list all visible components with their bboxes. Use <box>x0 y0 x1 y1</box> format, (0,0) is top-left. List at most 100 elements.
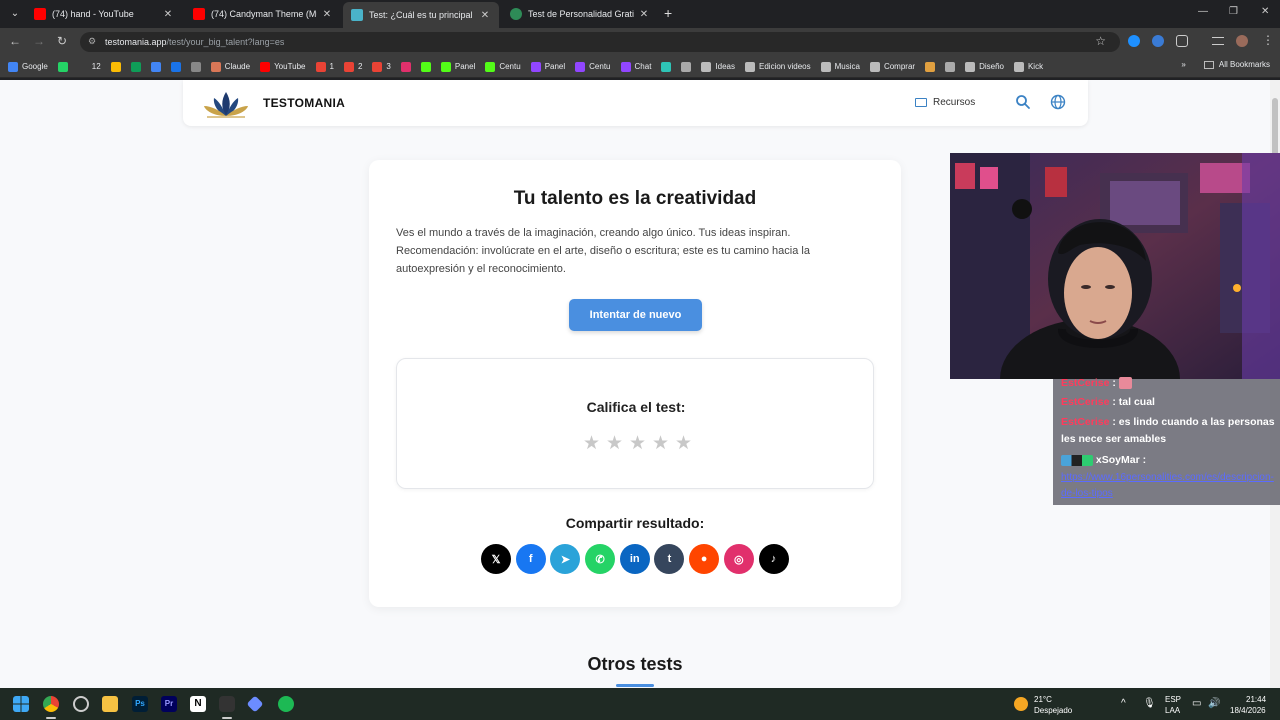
whatsapp-share-button[interactable]: ✆ <box>585 544 616 574</box>
facebook-share-button[interactable]: f <box>515 544 546 574</box>
tab-16personalities[interactable]: Test de Personalidad Gratis | 16 ✕ <box>502 3 658 25</box>
language-bottom[interactable]: LAA <box>1165 706 1180 715</box>
bookmark-item[interactable]: Centu <box>575 61 611 72</box>
bookmark-item[interactable] <box>190 61 205 72</box>
reddit-share-button[interactable]: ● <box>689 544 720 574</box>
close-window-icon[interactable]: ✕ <box>1261 6 1269 17</box>
bookmark-item[interactable]: 2 <box>343 61 362 72</box>
telegram-share-button[interactable]: ➤ <box>550 544 581 574</box>
bookmark-item[interactable] <box>420 61 435 72</box>
clock-time[interactable]: 21:44 <box>1246 695 1266 704</box>
back-icon[interactable]: ← <box>9 34 21 48</box>
tumblr-share-button[interactable]: t <box>654 544 685 574</box>
menu-kebab-icon[interactable]: ⋮ <box>1262 33 1274 47</box>
linkedin-share-button[interactable]: in <box>619 544 650 574</box>
x-share-button[interactable]: 𝕏 <box>481 544 511 574</box>
bookmark-item[interactable] <box>681 61 695 72</box>
minimize-icon[interactable]: — <box>1198 6 1208 17</box>
reload-icon[interactable]: ↻ <box>57 34 67 48</box>
bookmark-item[interactable] <box>130 61 145 72</box>
bookmark-item[interactable] <box>57 61 72 72</box>
app-diamond-icon[interactable] <box>246 695 264 713</box>
network-icon[interactable]: ▭ <box>1192 698 1201 709</box>
spotify-icon[interactable] <box>278 696 294 712</box>
bookmark-item[interactable]: Comprar <box>869 61 915 72</box>
globe-icon[interactable] <box>1050 94 1066 110</box>
chevron-up-icon[interactable]: ^ <box>1121 698 1126 709</box>
bookmark-item[interactable]: Musica <box>820 61 860 72</box>
clock-date[interactable]: 18/4/2026 <box>1230 706 1266 715</box>
bookmark-item[interactable] <box>400 61 415 72</box>
bookmark-item[interactable]: Diseño <box>965 61 1004 72</box>
volume-icon[interactable]: 🔊 <box>1208 698 1220 709</box>
bookmark-item[interactable]: Chat <box>620 61 651 72</box>
bookmark-item[interactable] <box>945 61 959 72</box>
weather-text[interactable]: Despejado <box>1034 706 1072 715</box>
bookmark-item[interactable] <box>661 61 675 72</box>
close-icon[interactable]: ✕ <box>162 9 174 20</box>
bookmark-star-icon[interactable]: ☆ <box>1095 34 1106 48</box>
bookmark-item[interactable] <box>150 61 165 72</box>
star-3-icon[interactable]: ★ <box>626 432 649 455</box>
bookmark-item[interactable]: 12 <box>77 61 101 72</box>
bookmark-item[interactable]: YouTube <box>260 61 306 72</box>
search-icon[interactable] <box>1015 94 1031 110</box>
new-tab-button[interactable]: + <box>664 5 672 21</box>
bookmark-item[interactable]: 1 <box>315 61 334 72</box>
chrome-icon[interactable] <box>43 696 59 712</box>
site-info-icon[interactable]: ⚙ <box>88 36 96 47</box>
tab-testomania[interactable]: Test: ¿Cuál es tu principal talento ✕ <box>343 2 499 28</box>
bookmark-item[interactable]: Edicion videos <box>745 61 811 72</box>
bookmark-item[interactable] <box>170 61 185 72</box>
profile-avatar[interactable] <box>1236 35 1248 47</box>
tab-search-icon[interactable]: ⌄ <box>6 5 24 23</box>
tab-youtube-candyman[interactable]: (74) Candyman Theme (Musica ✕ <box>185 3 341 25</box>
obs-icon[interactable] <box>73 696 89 712</box>
file-explorer-icon[interactable] <box>102 696 118 712</box>
extension-icon[interactable] <box>1152 35 1164 47</box>
forward-icon[interactable]: → <box>33 34 45 48</box>
close-icon[interactable]: ✕ <box>638 9 650 20</box>
premiere-icon[interactable]: Pr <box>161 696 177 712</box>
windows-start-icon[interactable] <box>13 696 29 712</box>
url-bar[interactable]: ⚙ testomania.app/test/your_big_talent?la… <box>80 32 1120 52</box>
bookmark-item[interactable] <box>925 61 939 72</box>
restore-icon[interactable]: ❐ <box>1229 6 1238 17</box>
moon-weather-icon[interactable] <box>1014 697 1028 711</box>
close-icon[interactable]: ✕ <box>479 10 491 21</box>
bookmark-item[interactable]: 3 <box>372 61 391 72</box>
star-1-icon[interactable]: ★ <box>580 432 603 455</box>
instagram-share-button[interactable]: ◎ <box>723 544 754 574</box>
bookmark-item[interactable]: Google <box>8 61 48 72</box>
star-4-icon[interactable]: ★ <box>649 432 672 455</box>
bookmark-item[interactable]: Kick <box>1013 61 1043 72</box>
star-5-icon[interactable]: ★ <box>672 432 695 455</box>
weather-temp[interactable]: 21°C <box>1034 695 1052 704</box>
resources-link[interactable]: Recursos <box>915 97 975 108</box>
chat-link[interactable]: https://www.16personalities.com/es/descr… <box>1061 470 1276 502</box>
extension-icon[interactable] <box>1128 35 1140 47</box>
app-icon[interactable] <box>219 696 235 712</box>
brand-name[interactable]: TESTOMANIA <box>263 96 345 110</box>
microphone-icon[interactable]: 🎙 <box>1143 698 1156 709</box>
bookmark-item[interactable] <box>110 61 125 72</box>
chevron-right-icon[interactable]: » <box>1181 60 1185 69</box>
star-rating: ★ ★ ★ ★ ★ <box>580 432 695 455</box>
tiktok-share-button[interactable]: ♪ <box>758 544 789 574</box>
extensions-puzzle-icon[interactable] <box>1176 35 1188 47</box>
bookmark-item[interactable]: Centu <box>485 61 521 72</box>
photoshop-icon[interactable]: Ps <box>132 696 148 712</box>
retry-button[interactable]: Intentar de nuevo <box>569 299 702 331</box>
tab-youtube-hand[interactable]: (74) hand - YouTube ✕ <box>26 3 182 25</box>
language-top[interactable]: ESP <box>1165 695 1181 704</box>
close-icon[interactable]: ✕ <box>321 9 333 20</box>
bookmark-item[interactable]: Panel <box>440 61 475 72</box>
notion-icon[interactable]: N <box>190 696 206 712</box>
all-bookmarks-link[interactable]: All Bookmarks <box>1219 60 1270 69</box>
lotus-logo-icon[interactable] <box>199 88 253 120</box>
bookmark-item[interactable]: Claude <box>210 61 250 72</box>
bookmark-item[interactable]: Panel <box>530 61 565 72</box>
media-controls-icon[interactable] <box>1212 37 1224 45</box>
bookmark-item[interactable]: Ideas <box>701 61 735 72</box>
star-2-icon[interactable]: ★ <box>603 432 626 455</box>
